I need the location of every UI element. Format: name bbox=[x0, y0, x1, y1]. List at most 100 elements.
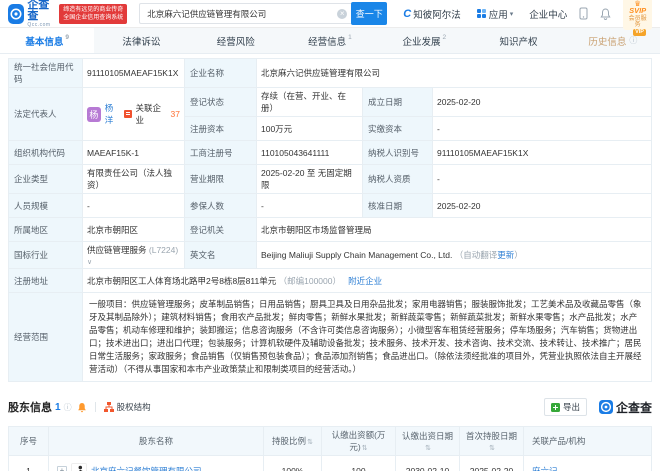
shareholder-name-cell: + 北京麻六记餐饮管理有限公司 bbox=[49, 456, 264, 471]
english-name-note: （自动翻译 bbox=[455, 250, 498, 260]
english-name-update-link[interactable]: 更新 bbox=[497, 250, 514, 260]
col-subscribe-date[interactable]: 认缴出资日期⇅ bbox=[396, 427, 460, 456]
tab-legal-litigation[interactable]: 法律诉讼 bbox=[94, 28, 188, 53]
qcc-watermark-text: 企查查 bbox=[616, 399, 652, 416]
industry-code: (L7224) bbox=[149, 245, 178, 255]
approval-date-value: 2025-02-20 bbox=[433, 194, 652, 218]
industry-value: 供应链管理服务 bbox=[87, 245, 147, 255]
shareholders-count: 1 bbox=[55, 402, 61, 413]
slogan-line-1: 缔造有远见的商业传奇 bbox=[63, 6, 123, 14]
tab-history-info[interactable]: VIP 历史信息 ⓘ bbox=[566, 28, 660, 53]
svip-sublabel: 会员服务 bbox=[628, 16, 647, 28]
industry-label: 国标行业 bbox=[9, 242, 83, 269]
col-shareholder-name: 股东名称 bbox=[49, 427, 264, 456]
business-term-label: 营业期限 bbox=[185, 165, 257, 194]
slogan-badge: 缔造有远见的商业传奇 全国企业信用查询系统 bbox=[59, 4, 127, 24]
staff-size-value: - bbox=[83, 194, 185, 218]
monitor-bell-icon[interactable] bbox=[77, 402, 87, 413]
col-amount[interactable]: 认缴出资额(万元)⇅ bbox=[322, 427, 396, 456]
col-related-products: 关联产品/机构 bbox=[524, 427, 652, 456]
sort-icon: ⇅ bbox=[425, 445, 431, 452]
notification-bell-icon[interactable] bbox=[600, 8, 611, 20]
qcc-company-profile-page: 企查查 Qcc.com 缔造有远见的商业传奇 全国企业信用查询系统 × 查一下 … bbox=[0, 0, 660, 471]
reg-status-value: 存续（在营、开业、在册） bbox=[257, 88, 363, 117]
company-name-label: 企业名称 bbox=[185, 59, 257, 88]
related-brand-link[interactable]: 麻六记 bbox=[532, 466, 558, 471]
approval-date-label: 核准日期 bbox=[363, 194, 433, 218]
reg-capital-value: 100万元 bbox=[257, 117, 363, 141]
info-icon: ⓘ bbox=[64, 402, 72, 413]
reg-authority-value: 北京市朝阳区市场监督管理局 bbox=[257, 218, 652, 242]
search-bar: × 查一下 bbox=[139, 2, 387, 25]
taxpayer-quality-value: - bbox=[433, 165, 652, 194]
nearby-companies-link[interactable]: 附近企业 bbox=[348, 276, 382, 286]
mobile-app-icon[interactable] bbox=[579, 7, 588, 20]
org-chart-icon bbox=[104, 402, 114, 412]
org-code-value: MAEAF15K-1 bbox=[83, 141, 185, 165]
related-companies-label[interactable]: 关联企业 bbox=[136, 102, 167, 126]
apps-grid-icon bbox=[477, 9, 486, 18]
expand-row-button[interactable]: + bbox=[57, 466, 67, 471]
english-name-value: Beijing Maliuji Supply Chain Management … bbox=[261, 250, 452, 260]
col-first-holding-date[interactable]: 首次持股日期⇅ bbox=[460, 427, 524, 456]
shareholders-table: 序号 股东名称 持股比例⇅ 认缴出资额(万元)⇅ 认缴出资日期⇅ 首次持股日期⇅… bbox=[8, 426, 652, 471]
apps-menu[interactable]: 应用 ▾ bbox=[477, 7, 514, 21]
shareholder-subscribe-date: 2030-02-10 bbox=[396, 456, 460, 471]
shareholder-company-link[interactable]: 北京麻六记餐饮管理有限公司 bbox=[91, 465, 202, 471]
region-value: 北京市朝阳区 bbox=[83, 218, 185, 242]
chevron-down-icon[interactable]: ∨ bbox=[87, 259, 92, 266]
tab-company-development[interactable]: 企业发展2 bbox=[377, 28, 471, 53]
tab-operating-info[interactable]: 经营信息1 bbox=[283, 28, 377, 53]
legal-rep-avatar[interactable]: 杨 bbox=[87, 107, 101, 122]
shareholder-logo bbox=[71, 463, 87, 471]
svip-member-link[interactable]: ♛ SVIP 会员服务 bbox=[623, 0, 652, 30]
tab-basic-info[interactable]: 基本信息9 bbox=[0, 28, 94, 53]
business-term-value: 2025-02-20 至 无固定期限 bbox=[257, 165, 363, 194]
company-type-value: 有限责任公司（法人独资） bbox=[83, 165, 185, 194]
info-icon: ⓘ bbox=[629, 35, 637, 46]
insured-count-value: - bbox=[257, 194, 363, 218]
insured-count-label: 参保人数 bbox=[185, 194, 257, 218]
sort-icon: ⇅ bbox=[362, 445, 368, 452]
tab-intellectual-property[interactable]: 知识产权 bbox=[471, 28, 565, 53]
english-name-cell: Beijing Maliuji Supply Chain Management … bbox=[257, 242, 652, 269]
company-type-label: 企业类型 bbox=[9, 165, 83, 194]
business-scope-label: 经营范围 bbox=[9, 293, 83, 382]
export-button[interactable]: 导出 bbox=[544, 398, 587, 416]
paid-capital-value: - bbox=[433, 117, 652, 141]
business-reg-no-value: 110105043641111 bbox=[257, 141, 363, 165]
legal-rep-link[interactable]: 杨洋 bbox=[105, 102, 121, 126]
paid-capital-label: 实缴资本 bbox=[363, 117, 433, 141]
top-header: 企查查 Qcc.com 缔造有远见的商业传奇 全国企业信用查询系统 × 查一下 … bbox=[0, 0, 660, 28]
org-code-label: 组织机构代码 bbox=[9, 141, 83, 165]
related-companies-count[interactable]: 37 bbox=[171, 109, 180, 119]
zhibi-alfa-link[interactable]: C 知彼阿尔法 bbox=[403, 7, 460, 21]
col-ratio[interactable]: 持股比例⇅ bbox=[264, 427, 322, 456]
region-label: 所属地区 bbox=[9, 218, 83, 242]
search-button[interactable]: 查一下 bbox=[351, 2, 387, 25]
tab-operation-count: 1 bbox=[348, 34, 352, 41]
industry-cell: 供应链管理服务 (L7224) ∨ bbox=[83, 242, 185, 269]
tab-operating-risk[interactable]: 经营风险 bbox=[189, 28, 283, 53]
company-section-tabs: 基本信息9 法律诉讼 经营风险 经营信息1 企业发展2 知识产权 VIP 历史信… bbox=[0, 28, 660, 54]
address-zip: （邮编100000） bbox=[279, 276, 341, 286]
business-reg-no-label: 工商注册号 bbox=[185, 141, 257, 165]
logo-domain: Qcc.com bbox=[27, 23, 54, 28]
legal-rep-cell: 杨 杨洋 关联企业 37 bbox=[83, 88, 185, 141]
col-no: 序号 bbox=[9, 427, 49, 456]
shareholder-row: 1 + 北京麻六记餐饮管理有限公司 100% 100 2030-02-10 20… bbox=[9, 456, 652, 471]
shareholder-no: 1 bbox=[9, 456, 49, 471]
vip-badge: VIP bbox=[633, 29, 646, 36]
qcc-logo[interactable]: 企查查 Qcc.com bbox=[8, 0, 54, 28]
equity-structure-link[interactable]: 股权结构 bbox=[104, 401, 151, 413]
address-cell: 北京市朝阳区工人体育场北路甲2号8栋8层811单元 （邮编100000） 附近企… bbox=[83, 269, 652, 293]
qcc-watermark: 企查查 bbox=[599, 399, 652, 416]
enterprise-center-link[interactable]: 企业中心 bbox=[529, 7, 567, 21]
clear-search-icon[interactable]: × bbox=[337, 9, 347, 19]
english-name-label: 英文名 bbox=[185, 242, 257, 269]
qcc-watermark-icon bbox=[599, 400, 613, 414]
shareholder-related-link: 麻六记 bbox=[524, 456, 652, 471]
shareholder-amount: 100 bbox=[322, 456, 396, 471]
shareholder-ratio: 100% bbox=[264, 456, 322, 471]
search-input[interactable] bbox=[139, 3, 351, 24]
